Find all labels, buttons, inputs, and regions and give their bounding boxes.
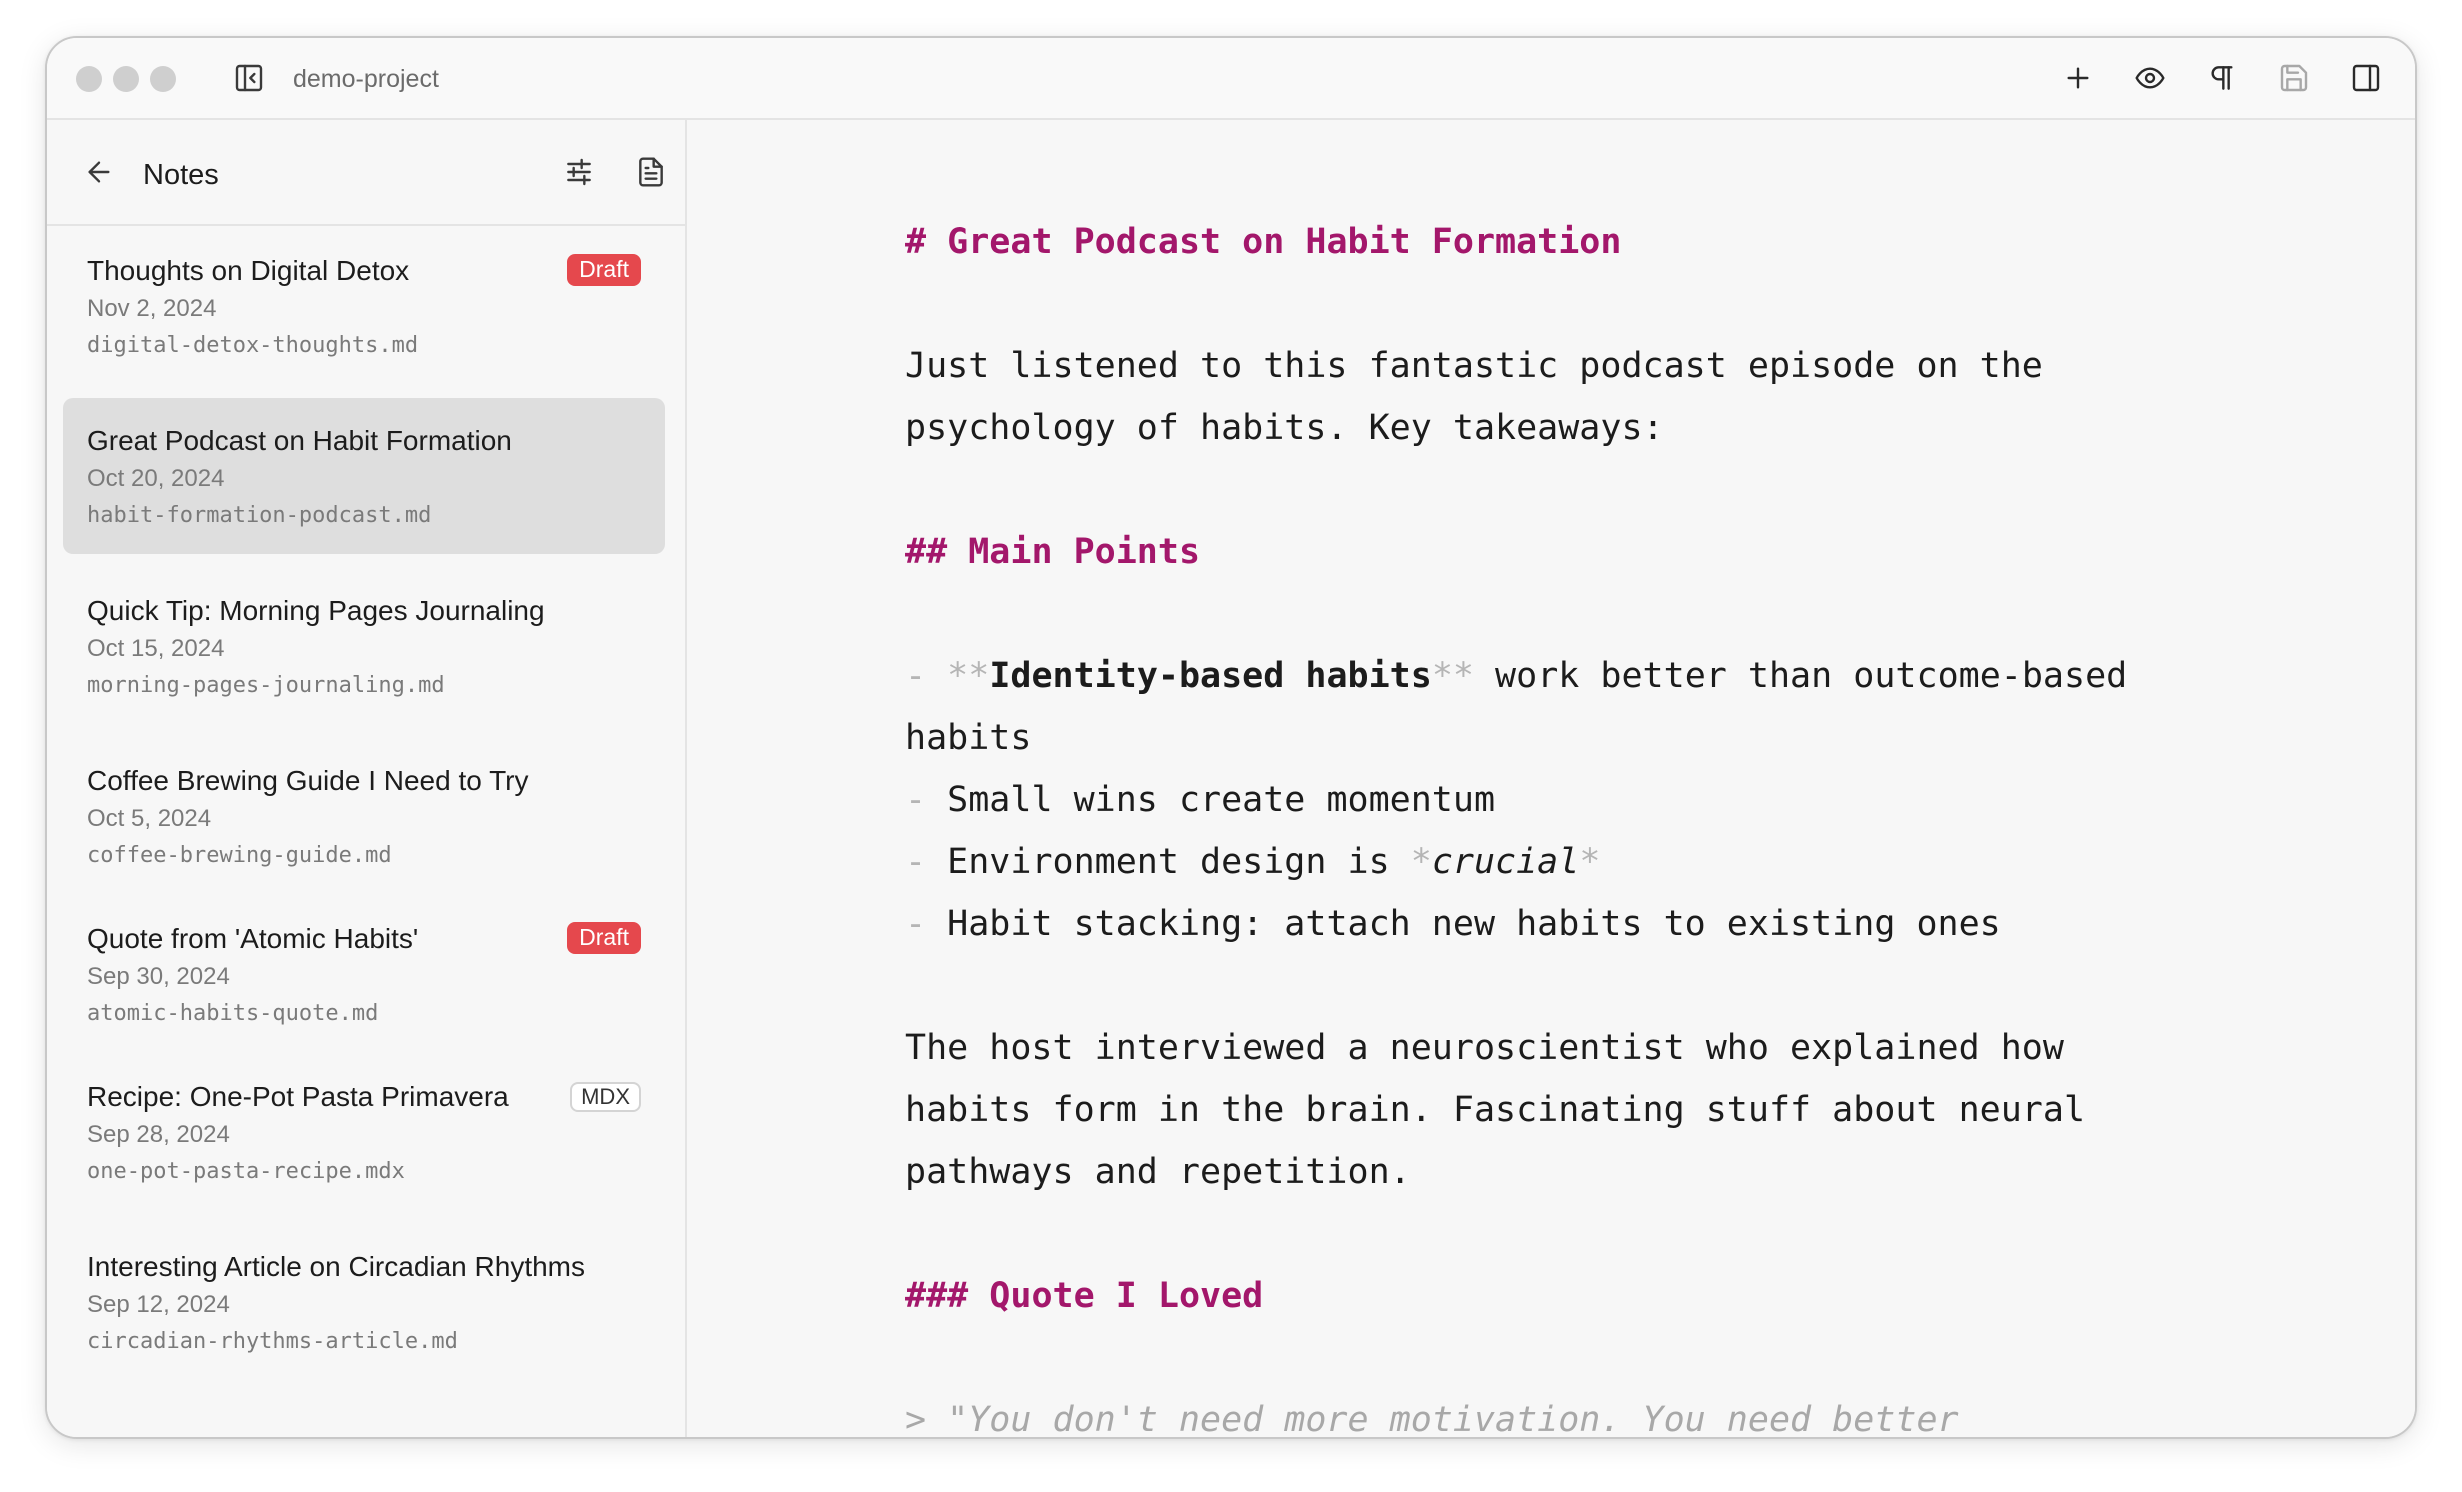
panel-right-icon[interactable]	[2346, 58, 2386, 98]
sidebar-header: Notes	[47, 120, 685, 226]
app-window: demo-project Notes Thoughts on Digital D…	[45, 36, 2417, 1439]
notes-sidebar: Notes Thoughts on Digital Detox Draft No…	[47, 120, 687, 1437]
blockquote-line: > "You don't need more motivation. You n…	[905, 1400, 1959, 1437]
note-filename: circadian-rhythms-article.md	[87, 1329, 458, 1354]
paragraph-line: The host interviewed a neuroscientist wh…	[905, 1028, 2064, 1068]
note-filename: habit-formation-podcast.md	[87, 503, 432, 528]
sidebar-title: Notes	[143, 159, 219, 191]
note-item[interactable]: Coffee Brewing Guide I Need to Try Oct 5…	[63, 738, 665, 894]
pilcrow-icon[interactable]	[2202, 58, 2242, 98]
project-name: demo-project	[293, 65, 439, 93]
window-close-button[interactable]	[76, 66, 102, 92]
paragraph-line: Just listened to this fantastic podcast …	[905, 346, 2043, 386]
list-item: - **Identity-based habits** work better …	[905, 656, 2128, 696]
note-date: Oct 20, 2024	[87, 465, 225, 492]
list-item: - Habit stacking: attach new habits to e…	[905, 904, 2001, 944]
note-date: Sep 12, 2024	[87, 1291, 230, 1318]
heading-1: # Great Podcast on Habit Formation	[905, 222, 1622, 262]
note-item[interactable]: Quote from 'Atomic Habits' Draft Sep 30,…	[63, 896, 665, 1052]
plus-icon[interactable]	[2058, 58, 2098, 98]
file-text-icon[interactable]	[631, 152, 671, 192]
note-item[interactable]: Recipe: One-Pot Pasta Primavera MDX Sep …	[63, 1054, 665, 1210]
markdown-editor[interactable]: # Great Podcast on Habit Formation Just …	[689, 120, 2415, 1437]
note-date: Sep 28, 2024	[87, 1121, 230, 1148]
window-minimize-button[interactable]	[113, 66, 139, 92]
note-title: Coffee Brewing Guide I Need to Try	[87, 765, 529, 796]
note-title: Quote from 'Atomic Habits'	[87, 923, 419, 954]
note-title: Recipe: One-Pot Pasta Primavera	[87, 1081, 509, 1112]
note-title: Great Podcast on Habit Formation	[87, 425, 512, 456]
paragraph-line: psychology of habits. Key takeaways:	[905, 408, 1664, 448]
note-item[interactable]: Interesting Article on Circadian Rhythms…	[63, 1224, 665, 1380]
note-date: Oct 5, 2024	[87, 805, 212, 832]
note-filename: digital-detox-thoughts.md	[87, 333, 419, 358]
eye-icon[interactable]	[2130, 58, 2170, 98]
note-item[interactable]: Quick Tip: Morning Pages Journaling Oct …	[63, 568, 665, 724]
list-item-continuation: habits	[905, 718, 1032, 758]
note-item-selected[interactable]: Great Podcast on Habit Formation Oct 20,…	[63, 398, 665, 554]
note-title: Interesting Article on Circadian Rhythms	[87, 1251, 585, 1282]
note-filename: one-pot-pasta-recipe.mdx	[87, 1159, 405, 1184]
note-filename: morning-pages-journaling.md	[87, 673, 445, 698]
arrow-left-icon[interactable]	[79, 152, 119, 192]
note-date: Oct 15, 2024	[87, 635, 225, 662]
note-date: Sep 30, 2024	[87, 963, 230, 990]
note-date: Nov 2, 2024	[87, 295, 217, 322]
note-filename: atomic-habits-quote.md	[87, 1001, 379, 1026]
note-filename: coffee-brewing-guide.md	[87, 843, 392, 868]
sliders-icon[interactable]	[559, 152, 599, 192]
list-item: - Small wins create momentum	[905, 780, 1496, 820]
paragraph-line: habits form in the brain. Fascinating st…	[905, 1090, 2086, 1130]
note-title: Thoughts on Digital Detox	[87, 255, 410, 286]
paragraph-line: pathways and repetition.	[905, 1152, 1411, 1192]
window-maximize-button[interactable]	[150, 66, 176, 92]
draft-badge: Draft	[567, 922, 641, 954]
note-item[interactable]: Thoughts on Digital Detox Draft Nov 2, 2…	[63, 228, 665, 384]
title-bar: demo-project	[47, 38, 2415, 120]
heading-3: ### Quote I Loved	[905, 1276, 1264, 1316]
heading-2: ## Main Points	[905, 532, 1201, 572]
note-title: Quick Tip: Morning Pages Journaling	[87, 595, 545, 626]
mdx-badge: MDX	[570, 1082, 641, 1112]
sidebar-collapse-icon[interactable]	[229, 58, 269, 98]
draft-badge: Draft	[567, 254, 641, 286]
list-item: - Environment design is *crucial*	[905, 842, 1601, 882]
save-icon[interactable]	[2274, 58, 2314, 98]
